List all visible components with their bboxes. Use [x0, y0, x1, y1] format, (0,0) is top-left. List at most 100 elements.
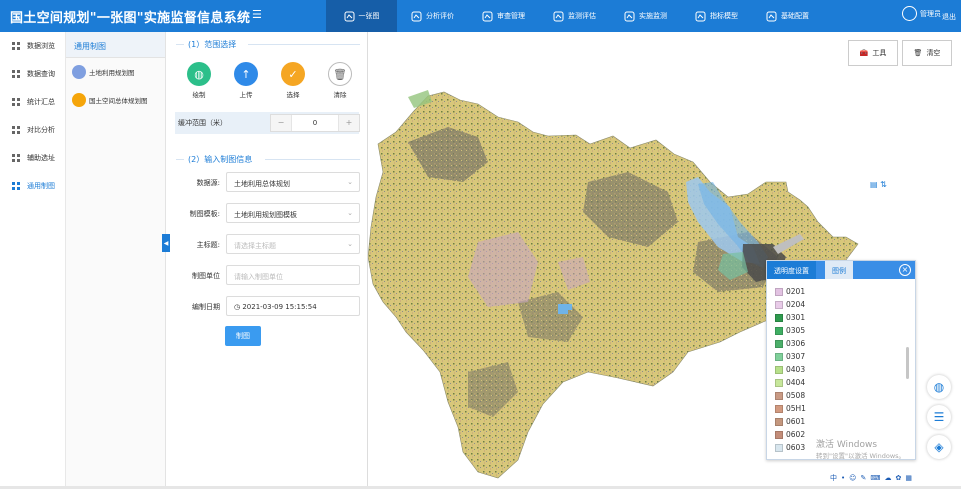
range-tool-button[interactable]: ↑ 上传: [231, 62, 261, 99]
section-divider: [176, 159, 184, 160]
mapping-panel: (1）范围选择 ◍ 绘制 ↑ 上传 ✓ 选择 🗑 清除 缓冲范围（米） − 0 + (2）输入…: [170, 32, 368, 489]
legend-item: 0404: [775, 376, 806, 389]
trash-icon: 🗑: [913, 49, 923, 57]
legend-swatch: [775, 352, 783, 361]
tool-icon: ↑: [234, 62, 258, 86]
tab-label: 指标模型: [710, 12, 738, 20]
tab-label: 审查管理: [497, 12, 525, 20]
legend-swatch: [775, 443, 783, 452]
pie-chart-icon: [411, 11, 422, 22]
legend-swatch: [775, 391, 783, 400]
form-value: 土地利用规划图模板: [234, 211, 297, 219]
close-icon[interactable]: ×: [899, 264, 911, 276]
tab-3[interactable]: 监测评估: [539, 0, 610, 32]
form-input[interactable]: 请输入制图单位: [226, 265, 360, 285]
section-info-title: (2）输入制图信息: [188, 155, 253, 164]
template-label: 国土空间总体规划图: [89, 97, 148, 105]
globe-icon[interactable]: ◍: [927, 375, 951, 399]
tool-label: 选择: [286, 91, 300, 99]
legend-code: 0201: [786, 287, 806, 296]
ime-icon[interactable]: 中: [830, 473, 837, 483]
ime-icon[interactable]: •: [841, 474, 845, 482]
section-divider: [265, 159, 360, 160]
grid-icon: [12, 154, 20, 162]
tab-label: 基础配置: [781, 12, 809, 20]
ime-icon[interactable]: ✿: [895, 474, 901, 482]
tab-6[interactable]: 基础配置: [752, 0, 823, 32]
left-nav-item-2[interactable]: 统计汇总: [0, 88, 65, 116]
template-dot-icon: [72, 65, 86, 79]
legend-code: 0301: [786, 313, 806, 322]
left-nav-label: 数据浏览: [27, 42, 55, 50]
tab-5[interactable]: 指标模型: [681, 0, 752, 32]
tab-0[interactable]: 一张图: [326, 0, 397, 32]
legend-code: 0403: [786, 365, 806, 374]
tool-label: 绘制: [192, 91, 206, 99]
layers-icon[interactable]: ◈: [927, 435, 951, 459]
make-map-button[interactable]: 制图: [225, 326, 261, 346]
ime-icon[interactable]: ▦: [905, 474, 912, 482]
legend-swatch: [775, 378, 783, 387]
tools-button[interactable]: 🧰 工具: [848, 40, 898, 66]
menu-toggle-icon[interactable]: ☰: [252, 8, 262, 21]
form-select[interactable]: 请选择主标题 ⌄: [226, 234, 360, 254]
legend-item: 05H1: [775, 402, 806, 415]
form-select[interactable]: 土地利用规划图模板 ⌄: [226, 203, 360, 223]
legend-scrollbar[interactable]: [906, 347, 909, 379]
range-tool-button[interactable]: ✓ 选择: [278, 62, 308, 99]
section-divider: [248, 44, 360, 45]
left-nav-label: 对比分析: [27, 126, 55, 134]
tab-transparency[interactable]: 透明度设置: [767, 261, 816, 279]
tab-label: 分析评价: [426, 12, 454, 20]
ime-icon[interactable]: ✎: [860, 474, 866, 482]
ime-icon[interactable]: ⌨: [870, 474, 880, 482]
user-menu[interactable]: 管理员: [902, 6, 941, 21]
form-value: 请选择主标题: [234, 242, 276, 250]
form-value: 2021-03-09 15:15:54: [242, 303, 317, 311]
map-template-item[interactable]: 土地利用规划图: [66, 58, 165, 86]
layer-switch-icon[interactable]: ▤ ⇅: [870, 180, 887, 189]
logout-link[interactable]: 退出: [942, 12, 956, 22]
ime-icon[interactable]: ☁: [884, 474, 891, 482]
form-label: 编制日期: [192, 303, 220, 311]
tab-2[interactable]: 审查管理: [468, 0, 539, 32]
legend-code: 0307: [786, 352, 806, 361]
form-label: 制图模板:: [189, 210, 220, 218]
buffer-range-row: 缓冲范围（米） − 0 +: [175, 112, 360, 134]
buffer-value-input[interactable]: 0: [291, 115, 339, 131]
decrement-button[interactable]: −: [271, 115, 291, 131]
ime-icon[interactable]: ☺: [849, 474, 856, 482]
form-label: 主标题:: [196, 241, 220, 249]
legend-item: 0403: [775, 363, 806, 376]
range-tool-button[interactable]: ◍ 绘制: [184, 62, 214, 99]
sub-nav-header: 通用制图: [66, 32, 165, 58]
clear-map-button[interactable]: 🗑 清空: [902, 40, 952, 66]
template-label: 土地利用规划图: [89, 69, 135, 77]
range-tool-button[interactable]: 🗑 清除: [325, 62, 355, 99]
tab-4[interactable]: 实施监测: [610, 0, 681, 32]
cloud-icon: [695, 11, 706, 22]
form-select[interactable]: 土地利用总体规划 ⌄: [226, 172, 360, 192]
top-nav: 一张图 分析评价 审查管理 监测评估 实施监测 指标模型 基础配置: [326, 0, 823, 32]
left-nav-item-3[interactable]: 对比分析: [0, 116, 65, 144]
form-input[interactable]: ◷ 2021-03-09 15:15:54: [226, 296, 360, 316]
section-divider: [176, 44, 184, 45]
increment-button[interactable]: +: [339, 115, 359, 131]
left-nav-item-4[interactable]: 辅助选址: [0, 144, 65, 172]
tab-legend[interactable]: 图例: [825, 261, 853, 279]
legend-swatch: [775, 339, 783, 348]
left-nav-item-1[interactable]: 数据查询: [0, 60, 65, 88]
collapse-panel-button[interactable]: ◀: [162, 234, 170, 252]
water-body: [558, 310, 568, 314]
user-name: 管理员: [920, 9, 941, 18]
left-nav: 数据浏览数据查询 统计汇总对比分析辅助选址 通用制图: [0, 32, 66, 489]
legend-item: 0602: [775, 428, 806, 441]
grid-icon: [12, 70, 20, 78]
tab-1[interactable]: 分析评价: [397, 0, 468, 32]
left-nav-item-0[interactable]: 数据浏览: [0, 32, 65, 60]
list-icon[interactable]: ☰: [927, 405, 951, 429]
gear-icon: [766, 11, 777, 22]
buffer-stepper[interactable]: − 0 +: [270, 114, 360, 132]
map-template-item[interactable]: 国土空间总体规划图: [66, 86, 165, 114]
left-nav-item-5[interactable]: 通用制图: [0, 172, 65, 200]
